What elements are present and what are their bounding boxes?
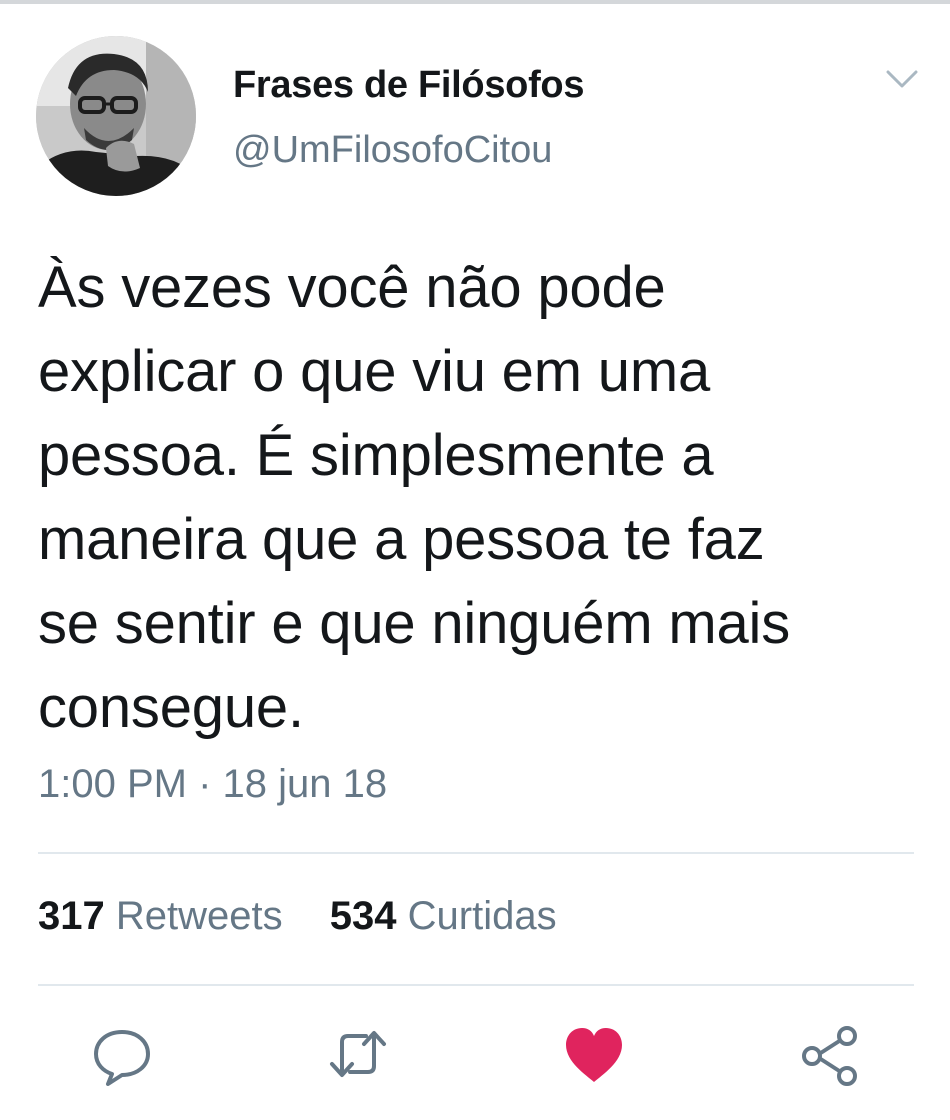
retweets-count: 317: [38, 894, 105, 938]
chevron-down-icon[interactable]: [880, 62, 924, 98]
tweet-text-line: explicar o que viu em uma: [38, 339, 710, 404]
display-name[interactable]: Frases de Filósofos: [233, 64, 584, 107]
tweet-text-line: maneira que a pessoa te faz: [38, 507, 765, 572]
reply-button[interactable]: [86, 1018, 158, 1090]
divider: [38, 852, 914, 854]
tweet-timestamp[interactable]: 1:00 PM · 18 jun 18: [38, 762, 387, 807]
top-border: [0, 0, 950, 4]
likes-label: Curtidas: [407, 894, 557, 938]
retweet-arrows-icon: [330, 1031, 386, 1077]
retweets-label: Retweets: [115, 894, 283, 938]
avatar-photo: [36, 36, 196, 196]
tweet-text-line: consegue.: [38, 675, 304, 740]
likes-count: 534: [329, 894, 397, 938]
tweet-text-line: Às vezes você não pode: [38, 255, 666, 320]
action-bar: [0, 1018, 950, 1098]
heart-icon: [566, 1028, 622, 1082]
tweet-text-line: pessoa. É simplesmente a: [38, 423, 714, 488]
tweet-text-line: se sentir e que ninguém mais: [38, 591, 791, 656]
avatar[interactable]: [36, 36, 196, 196]
likes-stat[interactable]: 534 Curtidas: [330, 894, 557, 939]
user-handle[interactable]: @UmFilosofoCitou: [233, 129, 552, 172]
share-button[interactable]: [794, 1018, 866, 1090]
retweets-stat[interactable]: 317 Retweets: [38, 894, 283, 939]
tweet-stats: 317 Retweets 534 Curtidas: [38, 894, 593, 939]
tweet-text: Às vezes você não pode explicar o que vi…: [38, 246, 918, 750]
share-nodes-icon: [802, 1026, 857, 1086]
divider: [38, 984, 914, 986]
like-button[interactable]: [558, 1018, 630, 1090]
retweet-button[interactable]: [322, 1018, 394, 1090]
reply-bubble-icon: [94, 1030, 150, 1086]
